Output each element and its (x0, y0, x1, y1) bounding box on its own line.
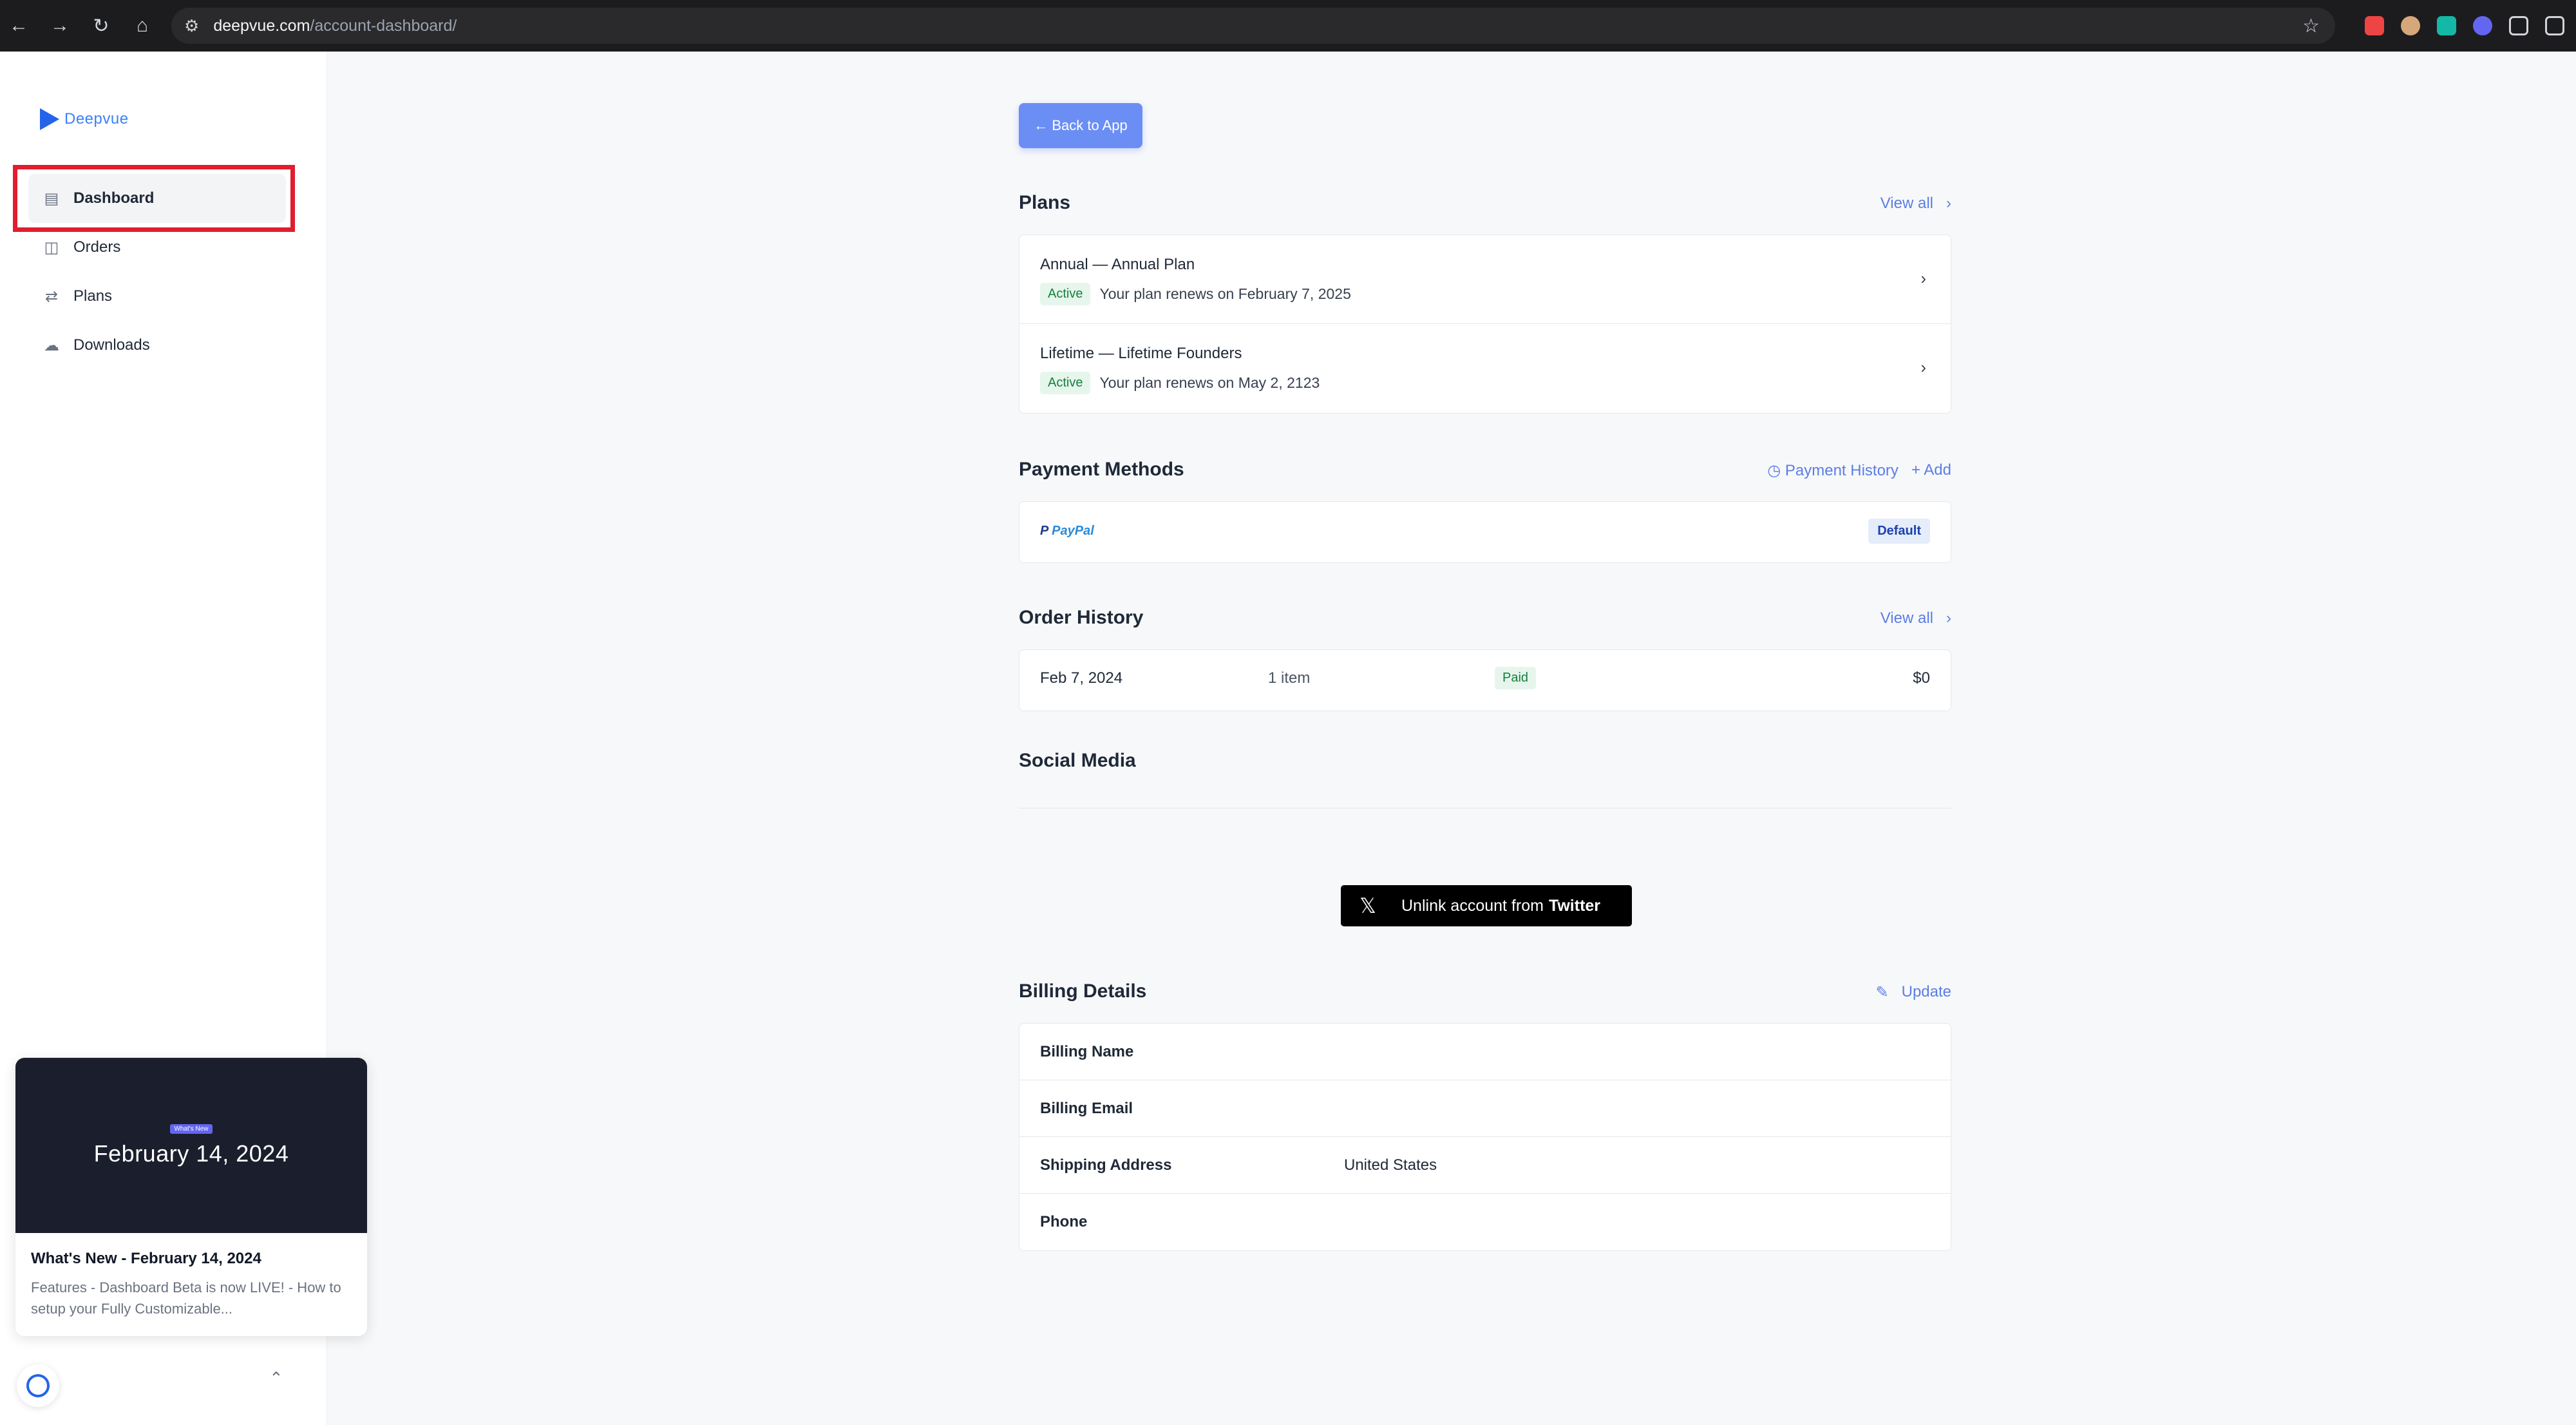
deepvue-logo[interactable]: Deepvue (40, 108, 129, 130)
chevron-up-icon[interactable]: ⌃ (269, 1368, 283, 1388)
paypal-logo: P PayPal (1040, 524, 1094, 539)
plan-row[interactable]: Lifetime — Lifetime Founders Active Your… (1019, 324, 1951, 413)
social-media-title: Social Media (1019, 750, 1136, 771)
pencil-icon: ✎ (1875, 984, 1889, 1001)
plan-name: Lifetime — Lifetime Founders (1040, 345, 1242, 362)
sidebar-item-plans[interactable]: ⇄ Plans (28, 272, 286, 321)
sidebar-item-label: Orders (73, 238, 121, 256)
plus-icon: + (1911, 461, 1920, 479)
plan-renewal: Your plan renews on February 7, 2025 (1099, 285, 1351, 302)
forward-arrow-icon[interactable]: → (50, 15, 70, 37)
plan-row[interactable]: Annual — Annual Plan Active Your plan re… (1019, 235, 1951, 324)
billing-row: Billing Email (1019, 1080, 1951, 1137)
payment-history-link[interactable]: ◷ Payment History (1767, 461, 1899, 480)
banner-date: February 14, 2024 (93, 1140, 289, 1167)
logo-text: Deepvue (64, 110, 129, 128)
dashboard-highlight-box (13, 165, 295, 232)
view-all-label: View all (1880, 195, 1933, 212)
back-to-app-button[interactable]: ← Back to App (1019, 103, 1142, 148)
status-badge: Active (1040, 372, 1091, 394)
whats-new-description: Features - Dashboard Beta is now LIVE! -… (31, 1279, 341, 1317)
browser-toolbar: ← → ↻ ⌂ ⚙ deepvue.com /account-dashboard… (0, 0, 2576, 52)
add-payment-link[interactable]: + Add (1911, 461, 1951, 480)
billing-details-card: Billing Name Billing Email Shipping Addr… (1019, 1023, 1951, 1251)
extension-teal-icon[interactable] (2437, 16, 2456, 35)
order-amount: $0 (1913, 669, 1930, 687)
twitter-label: Twitter (1548, 896, 1601, 915)
plans-title: Plans (1019, 192, 1071, 213)
order-history-card: Feb 7, 2024 1 item Paid $0 (1019, 649, 1951, 711)
whats-new-banner: What's New February 14, 2024 (15, 1058, 367, 1233)
extensions-puzzle-icon[interactable] (2509, 16, 2528, 35)
plan-renewal: Your plan renews on May 2, 2123 (1099, 374, 1320, 391)
extension-red-icon[interactable] (2365, 16, 2384, 35)
chevron-right-icon: › (1946, 195, 1951, 212)
sidebar-item-label: Plans (73, 287, 113, 305)
billing-label: Phone (1040, 1213, 1088, 1230)
refresh-icon: ⇄ (44, 287, 59, 305)
whats-new-tag: What's New (170, 1124, 213, 1134)
order-items: 1 item (1268, 669, 1311, 687)
payment-history-label: Payment History (1785, 462, 1899, 479)
sidebar-item-label: Downloads (73, 336, 150, 354)
unlink-label: Unlink account from (1401, 896, 1544, 915)
order-history-title: Order History (1019, 607, 1144, 628)
browser-nav: ← → ↻ ⌂ (0, 15, 152, 37)
chevron-right-icon: › (1920, 269, 1926, 288)
whats-new-title: What's New - February 14, 2024 (31, 1250, 261, 1267)
plan-name: Annual — Annual Plan (1040, 256, 1195, 273)
deepvue-logo-icon (40, 108, 59, 130)
payment-methods-title: Payment Methods (1019, 459, 1184, 480)
paypal-wordmark: PayPal (1052, 524, 1094, 538)
billing-details-title: Billing Details (1019, 980, 1147, 1002)
whats-new-card[interactable]: What's New February 14, 2024 What's New … (15, 1058, 367, 1336)
bookmark-star-icon[interactable]: ☆ (2302, 15, 2320, 37)
billing-row: Billing Name (1019, 1024, 1951, 1080)
billing-label: Billing Email (1040, 1100, 1133, 1117)
paypal-mark: P (1040, 524, 1048, 538)
add-label: Add (1924, 461, 1951, 479)
default-badge: Default (1868, 519, 1930, 544)
update-label: Update (1901, 983, 1951, 1000)
billing-label: Billing Name (1040, 1043, 1134, 1060)
sidebar-item-downloads[interactable]: ☁ Downloads (28, 321, 286, 370)
billing-update-link[interactable]: ✎ Update (1876, 983, 1952, 1002)
cloud-download-icon: ☁ (44, 336, 59, 354)
site-settings-icon[interactable]: ⚙ (184, 16, 199, 36)
view-all-label: View all (1880, 609, 1933, 627)
payment-methods-card: P PayPal Default (1019, 501, 1951, 563)
billing-row: Phone (1019, 1194, 1951, 1250)
order-row[interactable]: Feb 7, 2024 1 item Paid $0 (1019, 650, 1951, 711)
billing-row: Shipping Address United States (1019, 1137, 1951, 1194)
bag-icon: ◫ (44, 238, 59, 256)
order-status-badge: Paid (1495, 667, 1537, 689)
chevron-right-icon: › (1920, 358, 1926, 377)
chat-bubble-icon (26, 1374, 50, 1397)
billing-value: United States (1344, 1156, 1437, 1174)
extension-gear-icon[interactable] (2473, 16, 2492, 35)
address-bar[interactable]: ⚙ deepvue.com /account-dashboard/ ☆ (171, 8, 2335, 44)
chevron-right-icon: › (1946, 609, 1951, 627)
plans-card: Annual — Annual Plan Active Your plan re… (1019, 234, 1951, 414)
x-logo-icon: 𝕏 (1359, 894, 1376, 917)
billing-label: Shipping Address (1040, 1156, 1172, 1174)
plans-view-all-link[interactable]: View all › (1880, 195, 1951, 213)
status-badge: Active (1040, 283, 1091, 305)
back-arrow-icon[interactable]: ← (9, 15, 28, 37)
order-date: Feb 7, 2024 (1040, 669, 1123, 687)
orders-view-all-link[interactable]: View all › (1880, 609, 1951, 627)
url-path: /account-dashboard/ (310, 16, 457, 35)
extensions-bar (2365, 16, 2564, 35)
unlink-twitter-button[interactable]: 𝕏 Unlink account from Twitter (1341, 885, 1632, 926)
clock-icon: ◷ (1767, 462, 1781, 479)
url-host: deepvue.com (213, 16, 310, 35)
payment-methods-links: ◷ Payment History + Add (1767, 461, 1951, 480)
chat-button[interactable] (17, 1364, 59, 1407)
reload-icon[interactable]: ↻ (91, 15, 111, 37)
home-icon[interactable]: ⌂ (133, 15, 152, 37)
extension-avatar-icon[interactable] (2401, 16, 2420, 35)
side-panel-icon[interactable] (2545, 16, 2564, 35)
payment-method-row[interactable]: P PayPal Default (1019, 502, 1951, 562)
